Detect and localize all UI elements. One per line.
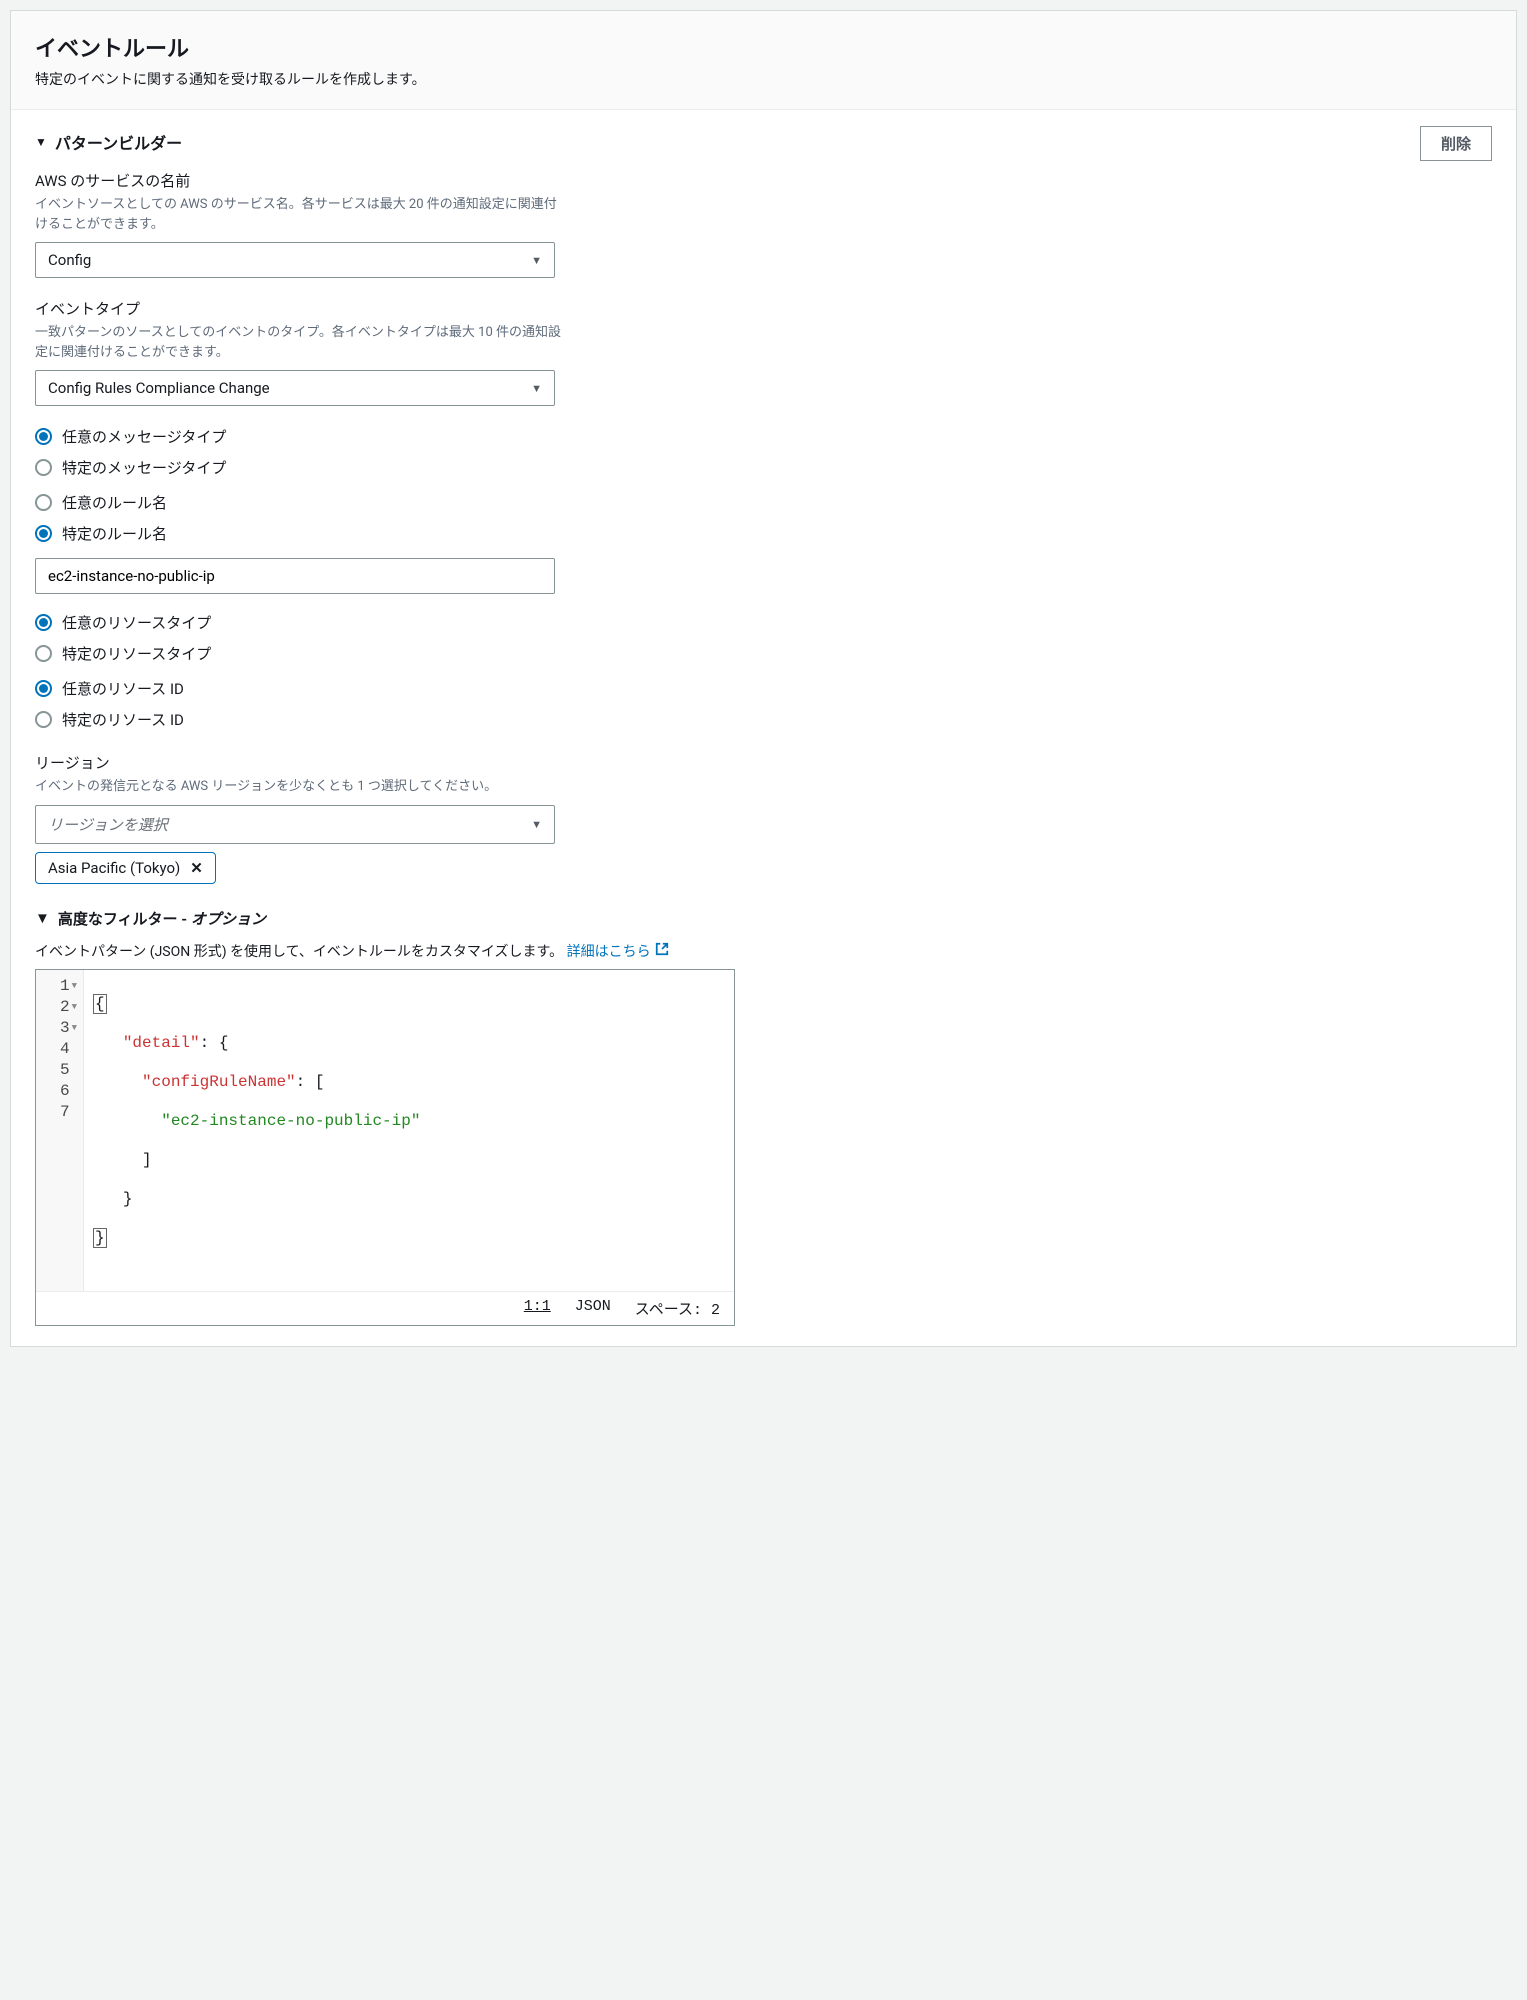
json-string: "ec2-instance-no-public-ip" xyxy=(161,1112,420,1130)
radio-unselected-icon xyxy=(35,459,52,476)
panel-subtitle: 特定のイベントに関する通知を受け取るルールを作成します。 xyxy=(35,69,1492,89)
panel-title: イベントルール xyxy=(35,31,1492,63)
delete-button[interactable]: 削除 xyxy=(1420,126,1492,161)
cursor-position[interactable]: 1:1 xyxy=(524,1298,551,1319)
panel-header: イベントルール 特定のイベントに関する通知を受け取るルールを作成します。 xyxy=(11,11,1516,110)
json-punct: : { xyxy=(200,1034,229,1052)
json-punct: ] xyxy=(142,1151,152,1169)
advanced-desc: イベントパターン (JSON 形式) を使用して、イベントルールをカスタマイズし… xyxy=(35,944,567,960)
caret-down-icon: ▼ xyxy=(531,254,542,267)
json-punct: } xyxy=(123,1190,133,1208)
region-placeholder: リージョンを選択 xyxy=(48,814,168,835)
fold-icon[interactable]: ▼ xyxy=(72,1023,77,1033)
region-select[interactable]: リージョンを選択 ▼ xyxy=(35,805,555,844)
rule-name-input[interactable] xyxy=(35,558,555,594)
event-type-desc: 一致パターンのソースとしてのイベントのタイプ。各イベントタイプは最大 10 件の… xyxy=(35,323,565,362)
caret-down-icon: ▼ xyxy=(531,382,542,395)
caret-down-icon: ▼ xyxy=(531,818,542,831)
service-select[interactable]: Config ▼ xyxy=(35,242,555,278)
radio-specific-resource-type[interactable]: 特定のリソースタイプ xyxy=(35,643,1492,664)
line-number: 2 xyxy=(60,998,70,1016)
advanced-filter-label: 高度なフィルター - xyxy=(58,910,191,928)
radio-unselected-icon xyxy=(35,494,52,511)
advanced-filter-toggle[interactable]: ▼ 高度なフィルター - オプション xyxy=(35,908,1492,929)
event-type-select-value: Config Rules Compliance Change xyxy=(48,379,270,397)
radio-any-rule-name[interactable]: 任意のルール名 xyxy=(35,492,1492,513)
json-brace: { xyxy=(94,995,106,1013)
caret-down-icon: ▼ xyxy=(35,909,50,927)
radio-label: 任意のメッセージタイプ xyxy=(62,426,226,447)
radio-any-resource-type[interactable]: 任意のリソースタイプ xyxy=(35,612,1492,633)
radio-unselected-icon xyxy=(35,645,52,662)
service-desc: イベントソースとしての AWS のサービス名。各サービスは最大 20 件の通知設… xyxy=(35,195,565,234)
language-mode[interactable]: JSON xyxy=(575,1298,611,1319)
external-link-icon xyxy=(655,942,669,960)
line-number: 7 xyxy=(60,1103,70,1121)
learn-more-label: 詳細はこちら xyxy=(567,941,651,961)
radio-label: 任意のリソースタイプ xyxy=(62,612,211,633)
line-number: 3 xyxy=(60,1019,70,1037)
radio-unselected-icon xyxy=(35,711,52,728)
close-icon[interactable]: ✕ xyxy=(190,859,203,877)
caret-down-icon: ▼ xyxy=(35,135,47,149)
event-type-label: イベントタイプ xyxy=(35,298,565,319)
radio-label: 任意のルール名 xyxy=(62,492,167,513)
line-number: 5 xyxy=(60,1061,70,1079)
json-key: "detail" xyxy=(123,1034,200,1052)
radio-label: 任意のリソース ID xyxy=(62,678,184,699)
advanced-filter-optional: オプション xyxy=(191,910,266,928)
pattern-builder-toggle[interactable]: ▼ パターンビルダー xyxy=(35,130,1492,154)
line-number: 4 xyxy=(60,1040,70,1058)
json-editor[interactable]: 1▼ 2▼ 3▼ 4 5 6 7 { "detail": { "configRu… xyxy=(35,969,735,1326)
json-punct: : [ xyxy=(296,1073,325,1091)
radio-label: 特定のルール名 xyxy=(62,523,167,544)
radio-selected-icon xyxy=(35,680,52,697)
service-select-value: Config xyxy=(48,251,91,269)
line-number: 1 xyxy=(60,977,70,995)
radio-any-resource-id[interactable]: 任意のリソース ID xyxy=(35,678,1492,699)
learn-more-link[interactable]: 詳細はこちら xyxy=(567,941,669,961)
radio-label: 特定のメッセージタイプ xyxy=(62,457,226,478)
json-brace: } xyxy=(94,1229,106,1247)
radio-label: 特定のリソース ID xyxy=(62,709,184,730)
fold-icon[interactable]: ▼ xyxy=(72,981,77,991)
code-area[interactable]: { "detail": { "configRuleName": [ "ec2-i… xyxy=(84,970,734,1291)
fold-icon[interactable]: ▼ xyxy=(72,1002,77,1012)
region-tag-label: Asia Pacific (Tokyo) xyxy=(48,859,180,877)
radio-selected-icon xyxy=(35,525,52,542)
radio-any-message-type[interactable]: 任意のメッセージタイプ xyxy=(35,426,1492,447)
json-key: "configRuleName" xyxy=(142,1073,296,1091)
indent-setting[interactable]: スペース: 2 xyxy=(635,1298,720,1319)
region-label: リージョン xyxy=(35,752,565,773)
radio-label: 特定のリソースタイプ xyxy=(62,643,211,664)
region-desc: イベントの発信元となる AWS リージョンを少なくとも 1 つ選択してください。 xyxy=(35,777,565,797)
radio-specific-resource-id[interactable]: 特定のリソース ID xyxy=(35,709,1492,730)
service-label: AWS のサービスの名前 xyxy=(35,170,565,191)
radio-selected-icon xyxy=(35,614,52,631)
editor-status-bar: 1:1 JSON スペース: 2 xyxy=(36,1291,734,1325)
radio-specific-rule-name[interactable]: 特定のルール名 xyxy=(35,523,1492,544)
gutter: 1▼ 2▼ 3▼ 4 5 6 7 xyxy=(36,970,84,1291)
event-type-select[interactable]: Config Rules Compliance Change ▼ xyxy=(35,370,555,406)
region-tag[interactable]: Asia Pacific (Tokyo) ✕ xyxy=(35,852,216,884)
pattern-builder-label: パターンビルダー xyxy=(55,130,182,154)
radio-selected-icon xyxy=(35,428,52,445)
line-number: 6 xyxy=(60,1082,70,1100)
radio-specific-message-type[interactable]: 特定のメッセージタイプ xyxy=(35,457,1492,478)
event-rule-panel: イベントルール 特定のイベントに関する通知を受け取るルールを作成します。 削除 … xyxy=(10,10,1517,1347)
